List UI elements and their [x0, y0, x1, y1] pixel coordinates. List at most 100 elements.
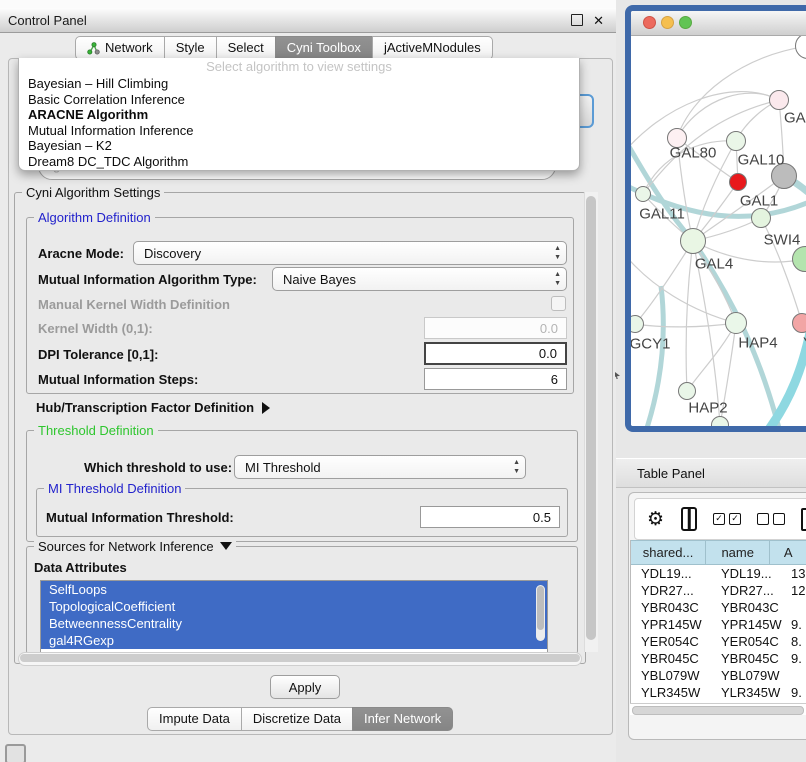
network-node-gal4[interactable]	[680, 228, 706, 254]
tab-cyni-toolbox-label: Cyni Toolbox	[287, 37, 361, 59]
algorithm-dropdown-popup: Select algorithm to view settings Bayesi…	[18, 58, 580, 171]
manual-kernel-width-label: Manual Kernel Width Definition	[38, 297, 230, 312]
table-column-header[interactable]: shared...	[631, 540, 706, 565]
tab-jactivemnodules[interactable]: jActiveMNodules	[372, 36, 493, 60]
node-label: GAL	[784, 110, 806, 127]
attributes-vscrollbar[interactable]	[536, 585, 545, 641]
gear-icon[interactable]: ⚙	[647, 508, 664, 531]
control-panel-titlebar[interactable]: Control Panel ✕	[0, 8, 616, 33]
settings-vscrollbar[interactable]	[584, 192, 598, 652]
table-cell: YBL079W	[713, 667, 783, 684]
column-split-icon[interactable]	[681, 507, 697, 531]
network-node-hap2[interactable]	[678, 382, 696, 400]
kernel-width-field[interactable]: 0.0	[424, 317, 567, 339]
table-row[interactable]: YBR045CYBR045C9.	[631, 650, 806, 667]
algorithm-option[interactable]: Basic Correlation Inference	[19, 92, 579, 108]
table-cell: YLR345W	[713, 684, 783, 701]
table-cell: YBL079W	[631, 667, 713, 684]
mi-algorithm-type-combobox[interactable]: Naive Bayes ▲▼	[272, 267, 567, 291]
attribute-item[interactable]: SelfLoops	[41, 581, 547, 598]
algorithm-option[interactable]: Mutual Information Inference	[19, 123, 579, 139]
network-node-gal10[interactable]	[726, 131, 746, 151]
table-panel-titlebar[interactable]: Table Panel	[616, 458, 806, 488]
minimize-traffic-light-icon[interactable]	[661, 16, 674, 29]
node-label: HAP2	[688, 400, 727, 417]
zoom-traffic-light-icon[interactable]	[679, 16, 692, 29]
table-column-header[interactable]: A	[770, 540, 806, 565]
settings-hscrollbar-thumb[interactable]	[20, 654, 580, 662]
tab-impute-data-label: Impute Data	[159, 708, 230, 730]
algorithm-option[interactable]: Dream8 DC_TDC Algorithm	[19, 154, 579, 170]
table-cell: 13	[783, 565, 806, 582]
network-node-y[interactable]	[792, 313, 806, 333]
aracne-mode-combobox[interactable]: Discovery ▲▼	[133, 241, 567, 265]
attribute-item[interactable]: gal4RGexp	[41, 632, 547, 649]
float-window-icon[interactable]	[571, 14, 583, 26]
combo-stepper-icon: ▲▼	[513, 458, 520, 476]
table-cell: YDR27...	[631, 582, 713, 599]
tab-network[interactable]: Network	[75, 36, 165, 60]
network-node-gal[interactable]	[769, 90, 789, 110]
table-cell: YLR345W	[631, 684, 713, 701]
tab-infer-network[interactable]: Infer Network	[352, 707, 453, 731]
tab-impute-data[interactable]: Impute Data	[147, 707, 242, 731]
tab-cyni-toolbox[interactable]: Cyni Toolbox	[275, 36, 373, 60]
mi-steps-field[interactable]: 6	[424, 368, 567, 390]
table-row[interactable]: YPR145WYPR145W9.	[631, 616, 806, 633]
attribute-item[interactable]: TopologicalCoefficient	[41, 598, 547, 615]
network-node-swi4[interactable]	[751, 208, 771, 228]
table-row[interactable]: YLR345WYLR345W9.	[631, 684, 806, 701]
hub-definition-toggle[interactable]: Hub/Transcription Factor Definition	[36, 400, 270, 415]
close-icon[interactable]: ✕	[593, 13, 604, 29]
table-cell: YPR145W	[631, 616, 713, 633]
attribute-item[interactable]: BetweennessCentrality	[41, 615, 547, 632]
table-hscrollbar[interactable]	[630, 703, 806, 715]
network-node-gal1[interactable]	[729, 173, 747, 191]
mi-algorithm-type-label: Mutual Information Algorithm Type:	[38, 272, 257, 287]
algorithm-dropdown-list: Bayesian – Hill ClimbingBasic Correlatio…	[19, 76, 579, 169]
which-threshold-value: MI Threshold	[245, 460, 321, 475]
table-row[interactable]: YBR043CYBR043C	[631, 599, 806, 616]
network-canvas[interactable]: GALGAL80GAL10GAL1GAL11GAL4SWI4GCY1HAP4YH…	[631, 36, 806, 426]
tab-style[interactable]: Style	[164, 36, 217, 60]
table-row[interactable]: YDR27...YDR27...12	[631, 582, 806, 599]
mi-threshold-field[interactable]: 0.5	[420, 506, 560, 528]
dpi-tolerance-field[interactable]: 0.0	[424, 342, 567, 365]
tab-select[interactable]: Select	[216, 36, 276, 60]
cytoscape-screen: Control Panel ✕ Network Style Select Cyn…	[0, 0, 806, 762]
tab-discretize-data[interactable]: Discretize Data	[241, 707, 353, 731]
show-checked-columns-icon[interactable]: ✓✓	[713, 513, 741, 525]
node-label: SWI4	[764, 232, 801, 249]
network-node-gal11[interactable]	[635, 186, 651, 202]
apply-button[interactable]: Apply	[270, 675, 340, 699]
algorithm-option[interactable]: Bayesian – K2	[19, 138, 579, 154]
table-hscrollbar-thumb[interactable]	[632, 706, 804, 715]
table-row[interactable]: YER054CYER054C8.	[631, 633, 806, 650]
table-row[interactable]: YDL19...YDL19...13	[631, 565, 806, 582]
attributes-vscrollbar-thumb[interactable]	[537, 586, 544, 630]
table-cell: 9.	[783, 684, 806, 701]
tab-jactivemnodules-label: jActiveMNodules	[384, 37, 481, 59]
network-node-hap4[interactable]	[725, 312, 747, 334]
algorithm-dropdown-placeholder: Select algorithm to view settings	[19, 58, 579, 76]
combo-stepper-icon: ▲▼	[554, 244, 561, 262]
manual-kernel-width-checkbox[interactable]	[551, 296, 566, 311]
sources-toggle[interactable]: Sources for Network Inference	[34, 539, 236, 554]
network-window-titlebar[interactable]	[631, 11, 806, 36]
close-traffic-light-icon[interactable]	[643, 16, 656, 29]
network-view-window[interactable]: GALGAL80GAL10GAL1GAL11GAL4SWI4GCY1HAP4YH…	[625, 5, 806, 432]
table-column-header[interactable]: name	[706, 540, 770, 565]
table-cell: YBR045C	[713, 650, 783, 667]
which-threshold-combobox[interactable]: MI Threshold ▲▼	[234, 455, 526, 479]
data-attributes-list[interactable]: SelfLoopsTopologicalCoefficientBetweenne…	[40, 580, 548, 654]
algorithm-option[interactable]: Bayesian – Hill Climbing	[19, 76, 579, 92]
table-cell: YDR27...	[713, 582, 783, 599]
collapsed-panel-icon[interactable]	[5, 744, 26, 762]
document-icon[interactable]	[801, 508, 806, 531]
settings-hscrollbar[interactable]	[18, 652, 582, 666]
settings-vscrollbar-thumb[interactable]	[586, 196, 596, 640]
hide-columns-icon[interactable]	[757, 513, 785, 525]
algorithm-option[interactable]: ARACNE Algorithm	[19, 107, 579, 123]
table-row[interactable]: YBL079WYBL079W	[631, 667, 806, 684]
kernel-width-label: Kernel Width (0,1):	[38, 321, 153, 336]
